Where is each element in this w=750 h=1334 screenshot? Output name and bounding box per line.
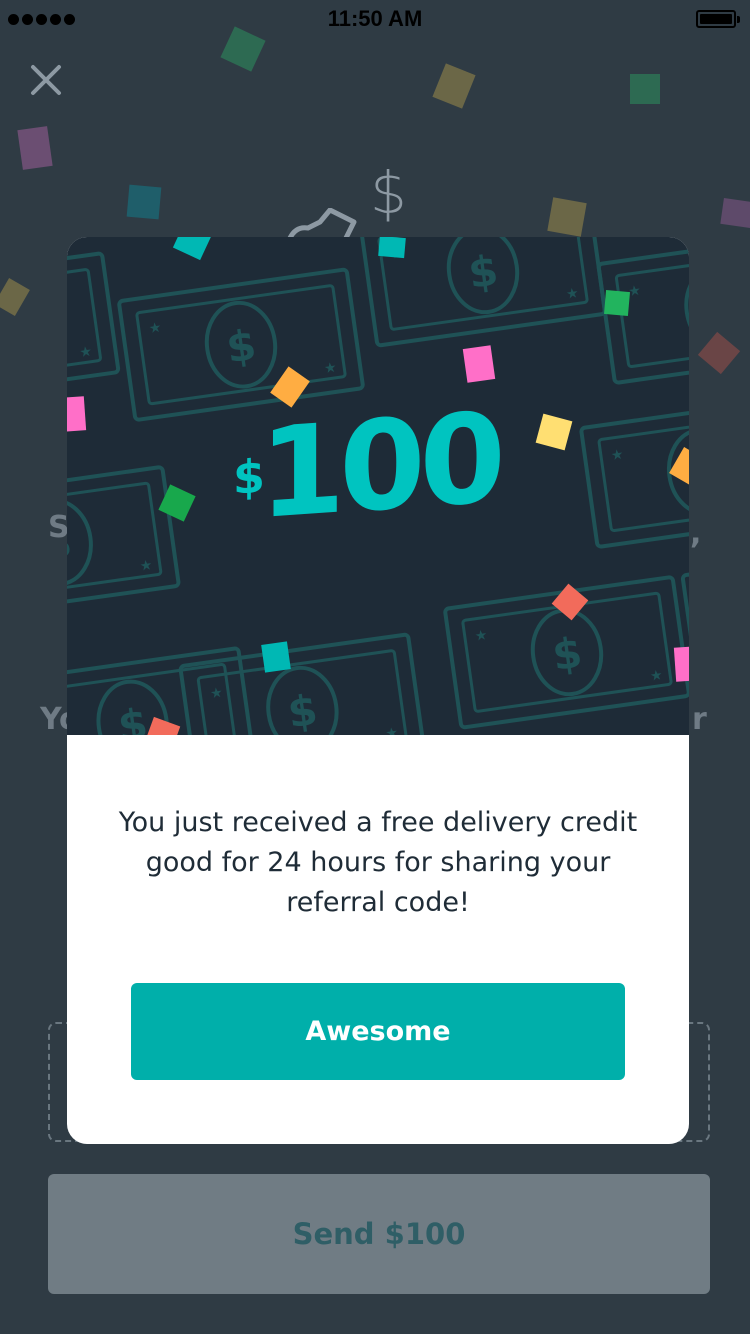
reward-modal: $ ★ ★ $ 100 You just received a free del… xyxy=(67,237,689,1144)
awesome-button[interactable]: Awesome xyxy=(131,983,625,1080)
send-money-button[interactable]: Send $100 xyxy=(48,1174,710,1294)
reward-message: You just received a free delivery credit… xyxy=(118,807,638,918)
reward-hero-banner: $ ★ ★ $ 100 xyxy=(67,237,689,735)
confetti-decoration xyxy=(67,237,689,735)
background-text-peek: r xyxy=(692,702,707,737)
background-text-peek: , xyxy=(690,516,702,551)
